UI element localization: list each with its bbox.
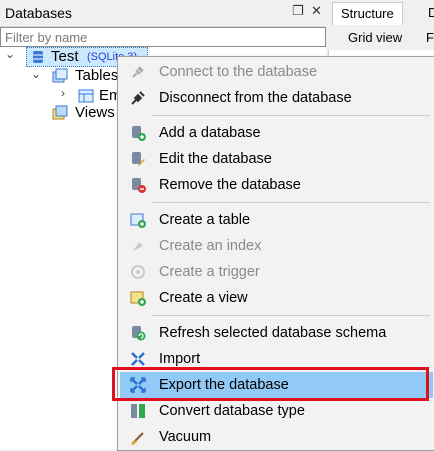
database-edit-icon — [132, 152, 145, 166]
menu-separator — [152, 315, 430, 316]
menu-item-label: Connect to the database — [159, 64, 318, 80]
vacuum-icon — [131, 432, 144, 445]
menu-item-label: Create a table — [159, 212, 251, 228]
subtab-form[interactable]: F — [418, 26, 434, 50]
views-label: Views — [75, 104, 115, 121]
menu-item-create-view[interactable]: Create a view — [120, 285, 433, 311]
menu-item-connect[interactable]: Connect to the database — [120, 59, 433, 85]
menu-separator — [152, 115, 430, 116]
tables-icon — [52, 68, 68, 83]
restore-icon[interactable]: ❐ — [292, 3, 304, 19]
menu-item-label: Add a database — [159, 125, 261, 141]
menu-item-label: Create a trigger — [159, 264, 260, 280]
database-remove-icon — [132, 178, 146, 193]
view-add-icon — [130, 291, 146, 306]
menu-item-label: Disconnect from the database — [159, 90, 352, 106]
menu-item-label: Remove the database — [159, 177, 301, 193]
panel-header: Databases ❐ ✕ — [0, 0, 326, 27]
tab-structure[interactable]: Structure — [332, 2, 403, 25]
menu-item-create-trigger[interactable]: Create a trigger — [120, 259, 433, 285]
convert-icon — [131, 404, 145, 418]
menu-item-convert-type[interactable]: Convert database type — [120, 398, 433, 424]
menu-separator — [152, 202, 430, 203]
filter-input[interactable] — [1, 28, 325, 46]
highlight-callout — [112, 367, 429, 401]
database-name: Test — [51, 48, 79, 65]
tree-item-views[interactable]: Views — [52, 103, 122, 123]
tree-item-tables[interactable]: Tables — [52, 66, 122, 86]
panel-title: Databases — [5, 5, 72, 21]
table-add-icon — [130, 213, 146, 228]
subtab-grid-view[interactable]: Grid view — [340, 26, 410, 50]
menu-item-add-database[interactable]: Add a database — [120, 120, 433, 146]
import-icon — [131, 352, 145, 366]
menu-item-disconnect[interactable]: Disconnect from the database — [120, 85, 433, 111]
database-icon — [33, 51, 43, 63]
menu-item-create-index[interactable]: Create an index — [120, 233, 433, 259]
table-icon — [78, 89, 94, 103]
editor-tabs: Structure D Grid view F — [328, 0, 434, 45]
trigger-add-icon — [131, 265, 145, 279]
refresh-icon — [132, 326, 146, 341]
menu-item-label: Refresh selected database schema — [159, 325, 387, 341]
tab-data[interactable]: D — [420, 2, 434, 24]
expand-arrow-icon[interactable]: ⌄ — [31, 67, 41, 87]
index-add-icon — [133, 242, 143, 251]
menu-item-label: Create an index — [159, 238, 262, 254]
menu-item-create-table[interactable]: Create a table — [120, 207, 433, 233]
menu-item-label: Vacuum — [159, 429, 212, 445]
tables-label: Tables — [75, 67, 119, 84]
menu-item-label: Create a view — [159, 290, 248, 306]
menu-item-label: Convert database type — [159, 403, 305, 419]
menu-item-vacuum[interactable]: Vacuum — [120, 424, 433, 450]
views-icon — [52, 105, 68, 120]
database-add-icon — [132, 126, 146, 141]
close-icon[interactable]: ✕ — [311, 3, 322, 19]
expand-arrow-icon[interactable]: ⌄ — [5, 47, 15, 67]
unplug-icon — [131, 91, 145, 105]
menu-item-label: Edit the database — [159, 151, 272, 167]
menu-item-edit-database[interactable]: Edit the database — [120, 146, 433, 172]
filter-field[interactable] — [0, 27, 326, 47]
menu-item-remove-database[interactable]: Remove the database — [120, 172, 433, 198]
plug-icon — [132, 66, 144, 78]
menu-item-refresh-schema[interactable]: Refresh selected database schema — [120, 320, 433, 346]
